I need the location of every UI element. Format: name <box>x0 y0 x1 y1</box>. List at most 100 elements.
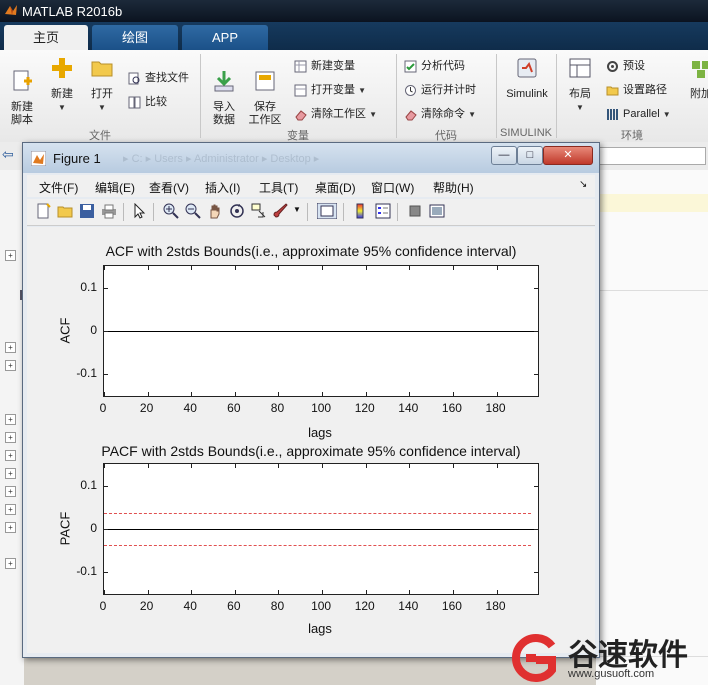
clear-commands-dropdown-icon[interactable]: ▼ <box>468 110 476 119</box>
tree-expand-icon[interactable]: + <box>5 342 16 353</box>
x-tick-label: 100 <box>311 599 332 613</box>
command-window-highlight <box>596 194 708 212</box>
tree-expand-icon[interactable]: + <box>5 468 16 479</box>
link-plot-icon[interactable] <box>317 203 337 219</box>
x-tick-label: 60 <box>227 599 241 613</box>
x-tick-label: 20 <box>139 599 154 613</box>
preferences-button[interactable]: 预设 <box>606 58 645 74</box>
data-cursor-icon[interactable] <box>251 203 267 219</box>
pan-icon[interactable] <box>207 203 223 219</box>
analyze-code-button[interactable]: 分析代码 <box>404 58 465 74</box>
addons-label: 附加 <box>690 88 708 100</box>
print-icon[interactable] <box>101 203 117 219</box>
new-variable-button[interactable]: 新建变量 <box>294 58 355 74</box>
tree-expand-icon[interactable]: + <box>5 558 16 569</box>
menu-file[interactable]: 文件(F) <box>39 179 78 196</box>
tab-home[interactable]: 主页 <box>4 25 88 50</box>
new-figure-icon[interactable] <box>35 203 51 219</box>
figure-title-bar[interactable]: Figure 1 ▸ C: ▸ Users ▸ Administrator ▸ … <box>23 143 599 173</box>
command-window-pane[interactable] <box>596 170 708 685</box>
minimize-button[interactable]: — <box>491 146 517 165</box>
menu-desktop[interactable]: 桌面(D) <box>315 179 356 196</box>
open-button[interactable]: 打开 ▼ <box>86 56 118 114</box>
menu-window[interactable]: 窗口(W) <box>371 179 414 196</box>
hide-plot-tools-icon[interactable] <box>407 203 423 219</box>
tab-plots[interactable]: 绘图 <box>92 25 178 50</box>
layout-button[interactable]: 布局 ▼ <box>562 56 598 114</box>
find-files-button[interactable]: 查找文件 <box>128 70 189 86</box>
tree-expand-icon[interactable]: + <box>5 414 16 425</box>
tab-apps[interactable]: APP <box>182 25 268 50</box>
save-workspace-label: 保存 工作区 <box>248 101 282 126</box>
x-tick-label: 20 <box>139 401 154 415</box>
open-dropdown-icon[interactable]: ▼ <box>98 103 106 112</box>
tree-expand-icon[interactable]: + <box>5 504 16 515</box>
zoom-in-icon[interactable] <box>163 203 179 219</box>
set-path-button[interactable]: 设置路径 <box>606 82 667 98</box>
x-tick-mark <box>234 590 236 594</box>
clear-commands-label: 清除命令 <box>421 108 465 120</box>
menu-help[interactable]: 帮助(H) <box>433 179 474 196</box>
zoom-out-icon[interactable] <box>185 203 201 219</box>
menu-view[interactable]: 查看(V) <box>149 179 189 196</box>
clear-workspace-button[interactable]: 清除工作区 ▼ <box>294 106 377 122</box>
save-workspace-button[interactable]: 保存 工作区 <box>246 56 284 127</box>
y-tick-mark <box>104 374 108 376</box>
figure-window[interactable]: Figure 1 ▸ C: ▸ Users ▸ Administrator ▸ … <box>22 142 600 658</box>
open-variable-button[interactable]: 打开变量 ▼ <box>294 82 366 98</box>
pointer-icon[interactable] <box>131 203 147 219</box>
simulink-label: Simulink <box>506 88 548 100</box>
y-tick-mark <box>534 529 538 530</box>
file-group-label: 文件 <box>89 130 111 142</box>
back-arrow-icon[interactable]: ⇦ <box>2 146 14 163</box>
rotate-3d-icon[interactable] <box>229 203 245 219</box>
open-variable-dropdown-icon[interactable]: ▼ <box>358 86 366 95</box>
find-files-icon <box>128 72 140 85</box>
open-file-icon[interactable] <box>57 203 73 219</box>
simulink-button[interactable]: Simulink <box>502 56 552 101</box>
x-tick-mark <box>147 464 149 468</box>
close-button[interactable]: ✕ <box>543 146 593 165</box>
legend-icon[interactable] <box>375 203 391 219</box>
new-button[interactable]: 新建 ▼ <box>46 56 78 114</box>
tree-expand-icon[interactable]: + <box>5 522 16 533</box>
pacf-axes[interactable] <box>103 463 539 595</box>
figure-canvas[interactable]: ACF with 2stds Bounds(i.e., approximate … <box>27 227 595 653</box>
x-tick-mark <box>278 464 280 468</box>
tree-expand-icon[interactable]: + <box>5 486 16 497</box>
clear-workspace-dropdown-icon[interactable]: ▼ <box>369 110 377 119</box>
menu-tools[interactable]: 工具(T) <box>259 179 298 196</box>
brush-dropdown-icon[interactable]: ▼ <box>293 205 301 214</box>
toolbar-separator <box>307 203 308 221</box>
new-script-button[interactable]: 新建 脚本 <box>4 56 40 127</box>
x-tick-label: 120 <box>354 401 375 415</box>
parallel-dropdown-icon[interactable]: ▼ <box>663 110 671 119</box>
acf-axes[interactable] <box>103 265 539 397</box>
y-tick-label: 0 <box>90 323 97 337</box>
layout-dropdown-icon[interactable]: ▼ <box>576 103 584 112</box>
import-data-button[interactable]: 导入 数据 <box>206 56 242 127</box>
new-dropdown-icon[interactable]: ▼ <box>58 103 66 112</box>
dock-arrow-icon[interactable]: ↘ <box>579 179 587 190</box>
tree-expand-icon[interactable]: + <box>5 360 16 371</box>
colorbar-icon[interactable] <box>353 203 369 219</box>
maximize-button[interactable]: □ <box>517 146 543 165</box>
tree-expand-icon[interactable]: + <box>5 250 16 261</box>
menu-insert[interactable]: 插入(I) <box>205 179 240 196</box>
compare-button[interactable]: 比较 <box>128 94 167 110</box>
show-plot-tools-icon[interactable] <box>429 203 445 219</box>
y-tick-label: 0 <box>90 521 97 535</box>
addons-button[interactable]: 附加 <box>686 56 708 101</box>
address-field[interactable] <box>598 147 706 165</box>
toolbar-separator <box>123 203 124 221</box>
tree-expand-icon[interactable]: + <box>5 432 16 443</box>
run-and-time-button[interactable]: 运行并计时 <box>404 82 476 98</box>
save-icon[interactable] <box>79 203 95 219</box>
menu-edit[interactable]: 编辑(E) <box>95 179 135 196</box>
clear-commands-button[interactable]: 清除命令 ▼ <box>404 106 476 122</box>
tree-expand-icon[interactable]: + <box>5 450 16 461</box>
ribbon-divider <box>200 54 201 138</box>
brush-icon[interactable] <box>273 203 289 219</box>
x-tick-mark <box>452 464 454 468</box>
parallel-button[interactable]: Parallel ▼ <box>606 106 671 122</box>
